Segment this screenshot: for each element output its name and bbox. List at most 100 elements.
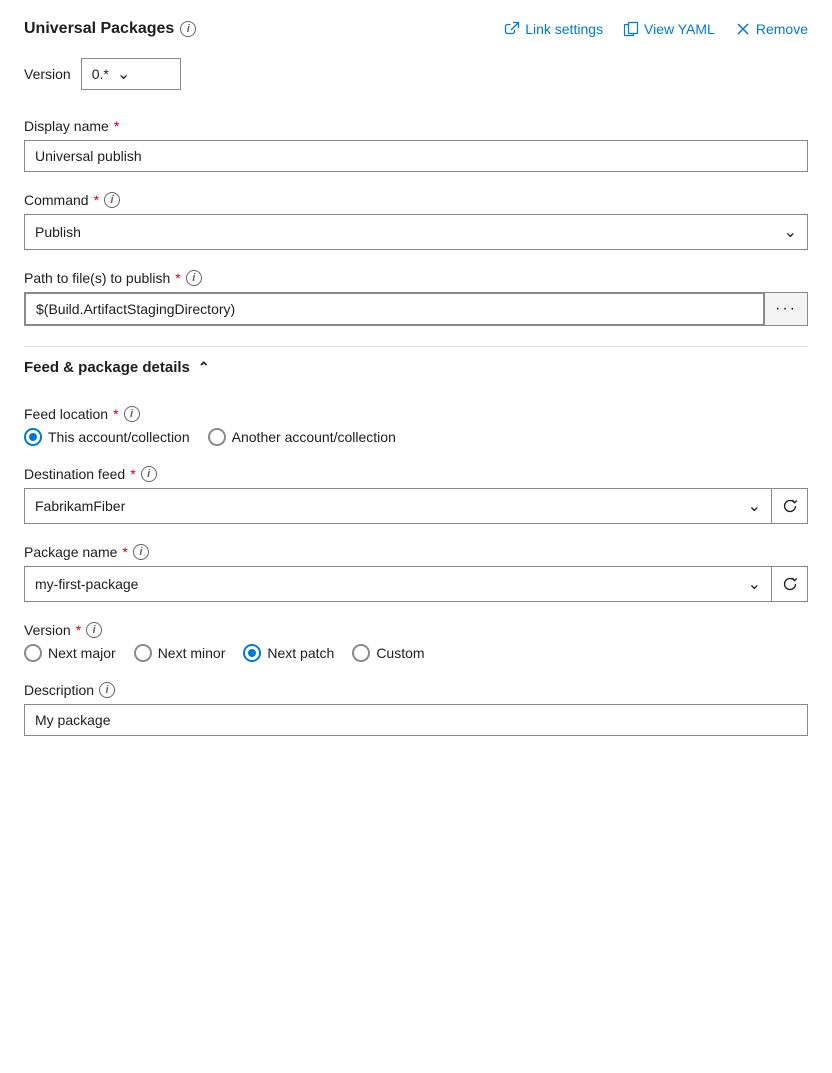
description-label: Description: [24, 682, 94, 698]
header: Universal Packages i Link settings View …: [24, 20, 808, 38]
version-row-label: Version: [24, 66, 71, 82]
link-settings-label: Link settings: [525, 21, 603, 37]
command-dropdown[interactable]: Publish ⌄: [24, 214, 808, 250]
feed-location-this-account[interactable]: This account/collection: [24, 428, 190, 446]
title-info-icon[interactable]: i: [180, 21, 196, 37]
version-radio-group: Next major Next minor Next patch Custom: [24, 644, 808, 662]
version-radio-info-icon[interactable]: i: [86, 622, 102, 638]
display-name-label: Display name: [24, 118, 109, 134]
feed-location-radio-group: This account/collection Another account/…: [24, 428, 808, 446]
package-name-label-row: Package name * i: [24, 544, 808, 560]
feed-location-another-account[interactable]: Another account/collection: [208, 428, 396, 446]
feed-package-title: Feed & package details: [24, 359, 190, 376]
radio-next-patch-label: Next patch: [267, 645, 334, 661]
radio-this-account-circle: [24, 428, 42, 446]
view-yaml-label: View YAML: [644, 21, 715, 37]
version-value: 0.*: [92, 66, 109, 82]
path-required: *: [175, 270, 180, 286]
version-dropdown[interactable]: 0.* ⌄: [81, 58, 181, 90]
display-name-input[interactable]: [24, 140, 808, 172]
radio-next-patch-circle: [243, 644, 261, 662]
radio-next-major-circle: [24, 644, 42, 662]
radio-next-minor-circle: [134, 644, 152, 662]
section-collapse-icon[interactable]: ⌃: [198, 359, 210, 376]
display-name-field: Display name *: [24, 118, 808, 172]
command-field: Command * i Publish ⌄: [24, 192, 808, 250]
package-name-label: Package name: [24, 544, 117, 560]
command-chevron-icon: ⌄: [784, 222, 797, 242]
command-label: Command: [24, 192, 89, 208]
destination-feed-field: Destination feed * i FabrikamFiber ⌄: [24, 466, 808, 524]
version-radio-field: Version * i Next major Next minor Next p…: [24, 622, 808, 662]
destination-feed-chevron-icon: ⌄: [748, 496, 761, 516]
header-actions: Link settings View YAML Remove: [504, 21, 808, 37]
feed-location-label: Feed location: [24, 406, 108, 422]
version-radio-label: Version: [24, 622, 71, 638]
destination-feed-refresh-button[interactable]: [772, 488, 808, 524]
radio-next-patch-dot: [248, 649, 256, 657]
path-field-wrapper: ···: [24, 292, 808, 326]
version-chevron-icon: ⌄: [117, 64, 130, 84]
version-next-patch[interactable]: Next patch: [243, 644, 334, 662]
ellipsis-icon: ···: [775, 300, 797, 318]
command-value: Publish: [35, 224, 784, 240]
package-name-required: *: [122, 544, 127, 560]
link-settings-button[interactable]: Link settings: [504, 21, 603, 37]
description-field: Description i: [24, 682, 808, 736]
radio-custom-circle: [352, 644, 370, 662]
view-yaml-button[interactable]: View YAML: [623, 21, 715, 37]
description-info-icon[interactable]: i: [99, 682, 115, 698]
path-field: Path to file(s) to publish * i ···: [24, 270, 808, 326]
command-required: *: [94, 192, 99, 208]
page-title-group: Universal Packages i: [24, 20, 196, 38]
feed-package-section-heading: Feed & package details ⌃: [24, 346, 808, 390]
destination-feed-info-icon[interactable]: i: [141, 466, 157, 482]
radio-next-major-label: Next major: [48, 645, 116, 661]
package-refresh-icon: [782, 576, 798, 592]
version-row: Version 0.* ⌄: [24, 58, 808, 90]
version-radio-label-row: Version * i: [24, 622, 808, 638]
remove-button[interactable]: Remove: [735, 21, 808, 37]
path-browse-button[interactable]: ···: [764, 293, 807, 325]
package-name-dropdown[interactable]: my-first-package ⌄: [24, 566, 772, 602]
description-input[interactable]: [24, 704, 808, 736]
destination-feed-label: Destination feed: [24, 466, 125, 482]
radio-this-account-label: This account/collection: [48, 429, 190, 445]
radio-next-minor-label: Next minor: [158, 645, 226, 661]
path-label: Path to file(s) to publish: [24, 270, 170, 286]
yaml-icon: [623, 21, 639, 37]
destination-feed-value: FabrikamFiber: [35, 498, 748, 514]
package-name-wrapper: my-first-package ⌄: [24, 566, 808, 602]
command-label-row: Command * i: [24, 192, 808, 208]
package-name-field: Package name * i my-first-package ⌄: [24, 544, 808, 602]
remove-icon: [735, 21, 751, 37]
package-name-value: my-first-package: [35, 576, 748, 592]
radio-another-account-label: Another account/collection: [232, 429, 396, 445]
feed-location-info-icon[interactable]: i: [124, 406, 140, 422]
version-next-major[interactable]: Next major: [24, 644, 116, 662]
display-name-required: *: [114, 118, 119, 134]
refresh-icon: [782, 498, 798, 514]
feed-location-label-row: Feed location * i: [24, 406, 808, 422]
remove-label: Remove: [756, 21, 808, 37]
destination-feed-required: *: [130, 466, 135, 482]
command-info-icon[interactable]: i: [104, 192, 120, 208]
path-label-row: Path to file(s) to publish * i: [24, 270, 808, 286]
destination-feed-label-row: Destination feed * i: [24, 466, 808, 482]
radio-another-account-circle: [208, 428, 226, 446]
version-next-minor[interactable]: Next minor: [134, 644, 226, 662]
feed-location-field: Feed location * i This account/collectio…: [24, 406, 808, 446]
description-label-row: Description i: [24, 682, 808, 698]
package-name-chevron-icon: ⌄: [748, 574, 761, 594]
version-custom[interactable]: Custom: [352, 644, 424, 662]
path-info-icon[interactable]: i: [186, 270, 202, 286]
path-input[interactable]: [25, 293, 764, 325]
radio-this-account-dot: [29, 433, 37, 441]
page-title: Universal Packages: [24, 20, 174, 38]
feed-location-required: *: [113, 406, 118, 422]
link-icon: [504, 21, 520, 37]
package-name-refresh-button[interactable]: [772, 566, 808, 602]
destination-feed-wrapper: FabrikamFiber ⌄: [24, 488, 808, 524]
package-name-info-icon[interactable]: i: [133, 544, 149, 560]
destination-feed-dropdown[interactable]: FabrikamFiber ⌄: [24, 488, 772, 524]
